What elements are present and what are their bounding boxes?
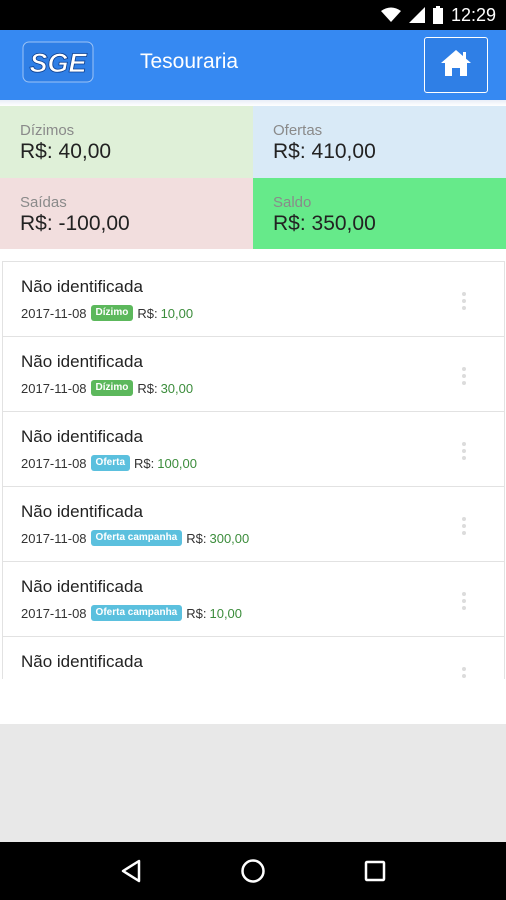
transaction-type-badge: Oferta campanha	[90, 530, 183, 546]
transaction-name: Não identificada	[21, 577, 143, 596]
transaction-currency: R$:	[186, 605, 207, 621]
transaction-name: Não identificada	[21, 652, 143, 671]
more-options-icon[interactable]	[462, 592, 466, 610]
more-options-icon[interactable]	[462, 667, 466, 679]
summary-saldo-label: Saldo	[273, 194, 312, 211]
transaction-date: 2017-11-08	[21, 530, 87, 546]
summary-ofertas: Ofertas R$: 410,00	[253, 106, 506, 178]
home-circle-icon[interactable]	[233, 851, 273, 891]
transaction-item[interactable]: Não identificada 2017-11-08 Dízimo R$: 1…	[3, 262, 504, 337]
svg-text:SGE: SGE	[29, 48, 87, 78]
transaction-item[interactable]: Não identificada 2017-11-08 Oferta R$: 1…	[3, 412, 504, 487]
summary-saidas-value: R$: -100,00	[20, 212, 130, 235]
transaction-date: 2017-11-08	[21, 455, 87, 471]
transaction-item[interactable]: Não identificada	[3, 637, 504, 679]
transaction-name: Não identificada	[21, 427, 143, 446]
navigation-bar	[0, 842, 506, 900]
transaction-item[interactable]: Não identificada 2017-11-08 Dízimo R$: 3…	[3, 337, 504, 412]
home-icon	[439, 48, 473, 82]
summary-saldo-value: R$: 350,00	[273, 212, 376, 235]
transaction-type-badge: Dízimo	[90, 380, 134, 396]
transaction-meta: 2017-11-08 Oferta campanha R$: 10,00	[21, 605, 504, 621]
battery-icon	[432, 6, 443, 24]
home-button[interactable]	[424, 37, 488, 93]
status-time: 12:29	[450, 4, 496, 25]
summary-dizimos-value: R$: 40,00	[20, 140, 112, 163]
transaction-currency: R$:	[137, 305, 158, 321]
summary-dizimos-label: Dízimos	[20, 122, 75, 139]
summary-dizimos: Dízimos R$: 40,00	[0, 106, 253, 178]
transaction-currency: R$:	[134, 455, 155, 471]
transaction-meta: 2017-11-08 Oferta R$: 100,00	[21, 455, 504, 471]
wifi-icon	[380, 7, 401, 23]
transaction-type-badge: Oferta	[90, 455, 130, 471]
transaction-amount: 10,00	[160, 305, 194, 321]
transaction-date: 2017-11-08	[21, 605, 87, 621]
summary-panel: Dízimos R$: 40,00 Ofertas R$: 410,00 Saí…	[0, 106, 506, 249]
transaction-amount: 100,00	[157, 455, 197, 471]
more-options-icon[interactable]	[462, 367, 466, 385]
more-options-icon[interactable]	[462, 292, 466, 310]
status-bar: 12:29	[0, 0, 506, 30]
transaction-item[interactable]: Não identificada 2017-11-08 Oferta campa…	[3, 487, 504, 562]
transaction-list[interactable]: Não identificada 2017-11-08 Dízimo R$: 1…	[2, 261, 505, 679]
page-title: Tesouraria	[140, 50, 239, 73]
summary-saidas: Saídas R$: -100,00	[0, 178, 253, 249]
transaction-amount: 30,00	[160, 380, 194, 396]
app-bar: SGE Tesouraria	[0, 30, 506, 100]
summary-saidas-label: Saídas	[20, 194, 67, 211]
sge-logo: SGE	[22, 40, 94, 84]
more-options-icon[interactable]	[462, 517, 466, 535]
bottom-area	[0, 724, 506, 842]
transaction-item[interactable]: Não identificada 2017-11-08 Oferta campa…	[3, 562, 504, 637]
transaction-type-badge: Dízimo	[90, 305, 134, 321]
summary-saldo: Saldo R$: 350,00	[253, 178, 506, 249]
transaction-amount: 300,00	[209, 530, 250, 546]
signal-icon	[408, 7, 425, 23]
transaction-date: 2017-11-08	[21, 305, 87, 321]
more-options-icon[interactable]	[462, 442, 466, 460]
back-icon[interactable]	[111, 851, 151, 891]
transaction-date: 2017-11-08	[21, 380, 87, 396]
transaction-amount: 10,00	[209, 605, 243, 621]
transaction-type-badge: Oferta campanha	[90, 605, 183, 621]
transaction-name: Não identificada	[21, 277, 143, 296]
transaction-meta: 2017-11-08 Oferta campanha R$: 300,00	[21, 530, 504, 546]
transaction-name: Não identificada	[21, 502, 143, 521]
transaction-currency: R$:	[137, 380, 158, 396]
transaction-currency: R$:	[186, 530, 207, 546]
summary-ofertas-label: Ofertas	[273, 122, 323, 139]
transaction-name: Não identificada	[21, 352, 143, 371]
summary-ofertas-value: R$: 410,00	[273, 140, 376, 163]
transaction-meta: 2017-11-08 Dízimo R$: 10,00	[21, 305, 504, 321]
transaction-meta: 2017-11-08 Dízimo R$: 30,00	[21, 380, 504, 396]
recents-icon[interactable]	[355, 851, 395, 891]
